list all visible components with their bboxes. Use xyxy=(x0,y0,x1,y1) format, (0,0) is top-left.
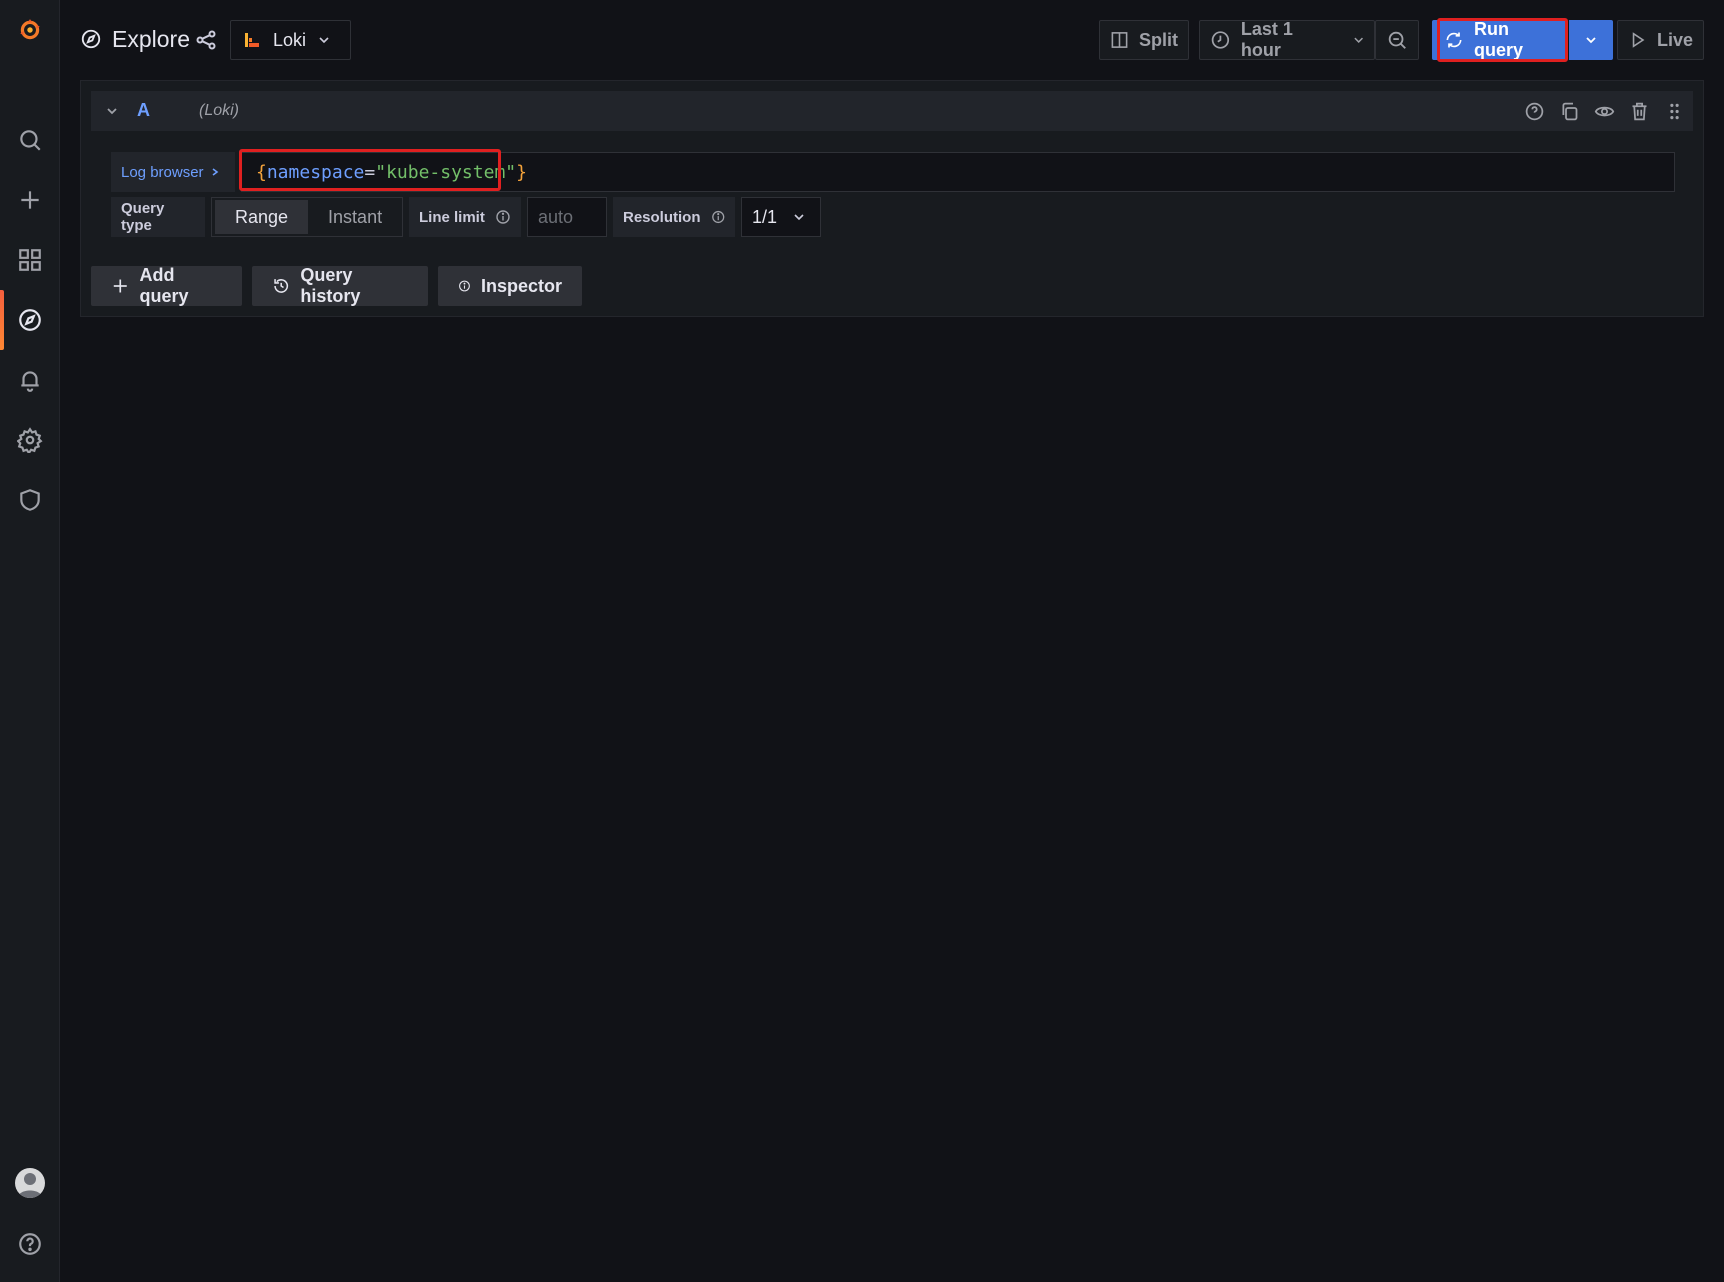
share-icon[interactable] xyxy=(194,28,218,52)
top-bar: Explore Loki Split Last 1 hour Run query… xyxy=(60,0,1724,80)
log-browser-label: Log browser xyxy=(121,163,204,181)
add-query-button[interactable]: Add query xyxy=(91,265,242,306)
collapse-chevron-icon[interactable] xyxy=(103,102,121,120)
chevron-right-icon xyxy=(212,168,218,176)
shield-icon[interactable] xyxy=(0,478,60,522)
line-limit-label-text: Line limit xyxy=(419,208,485,226)
page-title: Explore xyxy=(80,22,190,56)
query-type-radio: Range Instant xyxy=(211,197,403,237)
refresh-icon xyxy=(1446,32,1462,48)
chevron-down-icon xyxy=(1586,37,1596,44)
user-avatar[interactable] xyxy=(15,1168,45,1198)
query-type-label-text: Query type xyxy=(121,200,165,234)
datasource-picker[interactable]: Loki xyxy=(230,20,351,60)
resolution-label-text: Resolution xyxy=(623,208,701,226)
query-editor[interactable]: {namespace="kube-system"} xyxy=(241,152,1675,192)
line-limit-label: Line limit xyxy=(409,197,521,237)
play-icon xyxy=(1632,32,1645,48)
info-icon[interactable] xyxy=(495,209,511,225)
line-limit-input[interactable]: auto xyxy=(527,197,607,237)
loki-logo-icon xyxy=(245,33,259,47)
page-title-text: Explore xyxy=(112,25,190,52)
expr-label-key: namespace xyxy=(266,162,365,183)
time-range-picker[interactable]: Last 1 hour xyxy=(1199,19,1375,60)
grafana-logo-icon[interactable] xyxy=(0,8,60,52)
drag-handle-icon[interactable] xyxy=(1664,101,1685,122)
query-row-header: A (Loki) xyxy=(91,91,1693,131)
live-label: Live xyxy=(1656,29,1693,50)
duplicate-icon[interactable] xyxy=(1559,101,1580,122)
expr-open-brace: { xyxy=(256,162,267,183)
chevron-down-icon xyxy=(319,37,329,44)
datasource-name: Loki xyxy=(273,29,307,50)
info-icon[interactable] xyxy=(711,209,726,225)
info-circle-icon xyxy=(459,280,470,292)
query-type-label: Query type xyxy=(111,197,205,237)
query-panel: A (Loki) Log browser {namespace="kube-sy… xyxy=(80,80,1704,317)
alerting-bell-icon[interactable] xyxy=(0,358,60,402)
query-row-actions xyxy=(1524,101,1685,122)
expr-label-value: "kube-system" xyxy=(375,162,517,183)
query-ref-id[interactable]: A xyxy=(137,100,150,121)
split-label: Split xyxy=(1139,29,1178,50)
query-type-range[interactable]: Range xyxy=(215,200,309,234)
chevron-down-icon xyxy=(794,214,804,221)
clock-icon xyxy=(1211,31,1230,49)
help-icon[interactable] xyxy=(0,1222,60,1266)
query-history-label: Query history xyxy=(300,265,361,306)
search-icon[interactable] xyxy=(0,118,60,162)
expr-operator: = xyxy=(364,162,376,183)
help-icon[interactable] xyxy=(1524,101,1545,122)
query-datasource-hint: (Loki) xyxy=(199,102,240,119)
inspector-button[interactable]: Inspector xyxy=(438,266,582,306)
query-type-instant[interactable]: Instant xyxy=(308,200,402,234)
explore-compass-icon xyxy=(81,29,101,49)
resolution-select[interactable]: 1/1 xyxy=(741,197,821,237)
explore-compass-icon[interactable] xyxy=(0,298,60,342)
split-columns-icon xyxy=(1111,32,1128,48)
time-range-label: Last 1 hour xyxy=(1240,19,1293,60)
inspector-label: Inspector xyxy=(480,275,562,296)
eye-icon[interactable] xyxy=(1594,101,1615,122)
run-query-dropdown[interactable] xyxy=(1569,20,1613,60)
sidebar xyxy=(0,0,60,1282)
split-button[interactable]: Split xyxy=(1099,20,1189,60)
plus-icon[interactable] xyxy=(0,178,60,222)
add-query-label: Add query xyxy=(139,265,189,306)
query-history-button[interactable]: Query history xyxy=(252,265,428,306)
chevron-down-icon xyxy=(1354,37,1363,43)
resolution-label: Resolution xyxy=(613,197,735,237)
trash-icon[interactable] xyxy=(1629,101,1650,122)
plus-icon xyxy=(113,279,127,293)
dashboards-icon[interactable] xyxy=(0,238,60,282)
resolution-value: 1/1 xyxy=(752,206,778,227)
run-query-button[interactable]: Run query xyxy=(1432,19,1567,60)
log-browser-button[interactable]: Log browser xyxy=(111,152,235,192)
zoom-out-icon xyxy=(1388,31,1406,49)
settings-gear-icon[interactable] xyxy=(0,418,60,462)
run-query-label: Run query xyxy=(1474,19,1524,60)
zoom-out-button[interactable] xyxy=(1375,20,1419,60)
expr-close-brace: } xyxy=(516,162,527,183)
history-icon xyxy=(274,279,289,293)
live-button[interactable]: Live xyxy=(1617,20,1704,60)
